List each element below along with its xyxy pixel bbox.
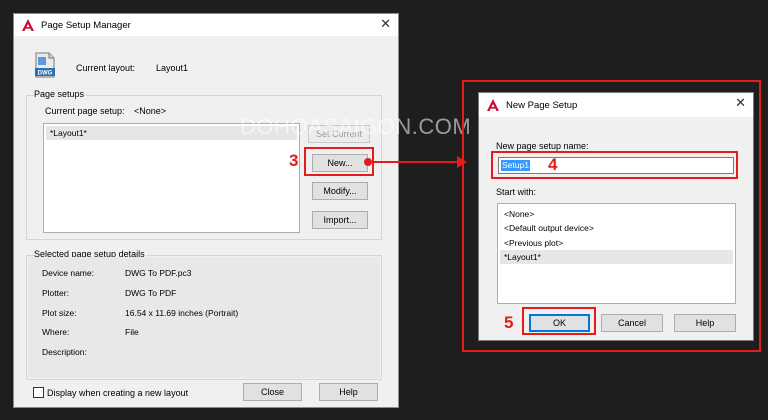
display-checkbox-label[interactable]: Display when creating a new layout [47, 388, 188, 398]
step-5-highlight [522, 307, 596, 335]
current-page-setup-value: <None> [134, 106, 167, 116]
step-4-highlight [491, 151, 738, 179]
step-3-number: 3 [289, 151, 299, 170]
dwg-icon-label: DWG [38, 71, 53, 77]
step-4-number: 4 [548, 155, 558, 174]
page-setups-group-label: Page setups [34, 89, 87, 99]
new-page-setup-name-label: New page setup name: [496, 141, 589, 151]
close-button[interactable]: Close [243, 383, 302, 401]
plotter-label: Plotter: [42, 288, 69, 298]
psm-titlebar[interactable]: Page Setup Manager ✕ [14, 14, 398, 36]
list-item[interactable]: <Default output device> [500, 221, 733, 235]
current-page-setup-label: Current page setup: [45, 106, 125, 116]
plot-size-label: Plot size: [42, 308, 77, 318]
arrow-connector [364, 156, 467, 168]
step-5-number: 5 [504, 313, 514, 332]
close-icon[interactable]: ✕ [735, 96, 746, 110]
where-label: Where: [42, 327, 70, 337]
new-page-setup-dialog: New Page Setup ✕ New page setup name: Se… [478, 92, 754, 341]
close-icon[interactable]: ✕ [380, 17, 391, 31]
psm-title: Page Setup Manager [41, 19, 131, 31]
current-layout-label: Current layout: [76, 63, 136, 73]
page-setup-manager-dialog: Page Setup Manager ✕ DWG Current layout:… [13, 13, 399, 408]
watermark: DOHOASAIGON.COM [240, 114, 472, 139]
device-name-value: DWG To PDF.pc3 [125, 268, 192, 278]
help-button[interactable]: Help [674, 314, 736, 332]
where-value: File [125, 327, 139, 337]
autocad-logo-icon [487, 99, 499, 111]
list-item[interactable]: <None> [500, 207, 733, 221]
current-layout-value: Layout1 [156, 63, 189, 73]
list-item[interactable]: *Layout1* [500, 250, 733, 264]
help-button[interactable]: Help [319, 383, 378, 401]
import-button[interactable]: Import... [312, 211, 368, 229]
autocad-logo-icon [22, 19, 34, 31]
plotter-value: DWG To PDF [125, 288, 177, 298]
nps-titlebar[interactable]: New Page Setup ✕ [479, 93, 753, 117]
start-with-label: Start with: [496, 187, 537, 197]
device-name-label: Device name: [42, 268, 94, 278]
display-checkbox[interactable] [33, 387, 44, 398]
dwg-file-icon: DWG [35, 52, 55, 78]
modify-button[interactable]: Modify... [312, 182, 368, 200]
nps-title: New Page Setup [506, 99, 578, 111]
description-label: Description: [42, 347, 87, 357]
list-item[interactable]: <Previous plot> [500, 236, 733, 250]
start-with-list[interactable]: <None> <Default output device> <Previous… [497, 203, 736, 304]
plot-size-value: 16.54 x 11.69 inches (Portrait) [125, 308, 239, 318]
cancel-button[interactable]: Cancel [601, 314, 663, 332]
